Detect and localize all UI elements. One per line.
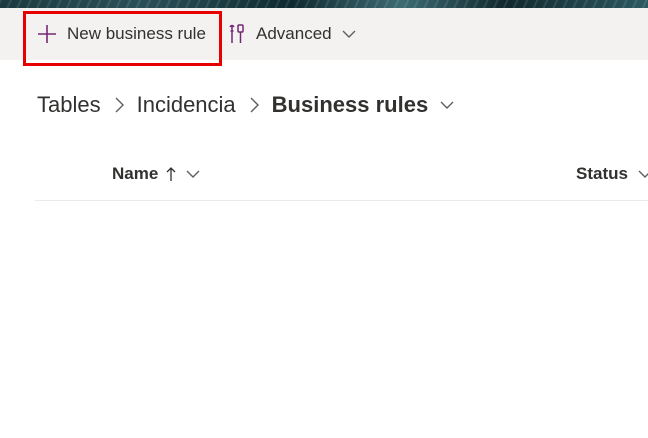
arrow-up-icon [158,166,176,182]
plus-icon [26,23,67,45]
header-banner [0,0,648,8]
new-business-rule-button[interactable]: New business rule [26,8,220,60]
chevron-right-icon [236,97,272,113]
chevron-down-icon [628,169,648,179]
column-header-name[interactable]: Name [112,154,200,194]
advanced-menu-button[interactable]: Advanced [226,8,366,60]
breadcrumb-incidencia[interactable]: Incidencia [137,92,236,118]
column-status-label: Status [576,164,628,183]
command-bar: New business rule Advanced [0,8,648,60]
chevron-down-icon[interactable] [428,100,454,110]
breadcrumb-tables[interactable]: Tables [37,92,101,118]
breadcrumb-business-rules[interactable]: Business rules [272,92,429,118]
new-business-rule-label: New business rule [67,24,206,43]
tools-icon [226,23,256,45]
chevron-down-icon [332,29,356,39]
chevron-down-icon [176,169,200,179]
column-name-label: Name [112,164,159,183]
grid-header: Name Status [35,154,648,201]
advanced-label: Advanced [256,24,332,43]
column-header-status[interactable]: Status [576,154,648,194]
breadcrumb: Tables Incidencia Business rules [37,89,454,121]
chevron-right-icon [101,97,137,113]
